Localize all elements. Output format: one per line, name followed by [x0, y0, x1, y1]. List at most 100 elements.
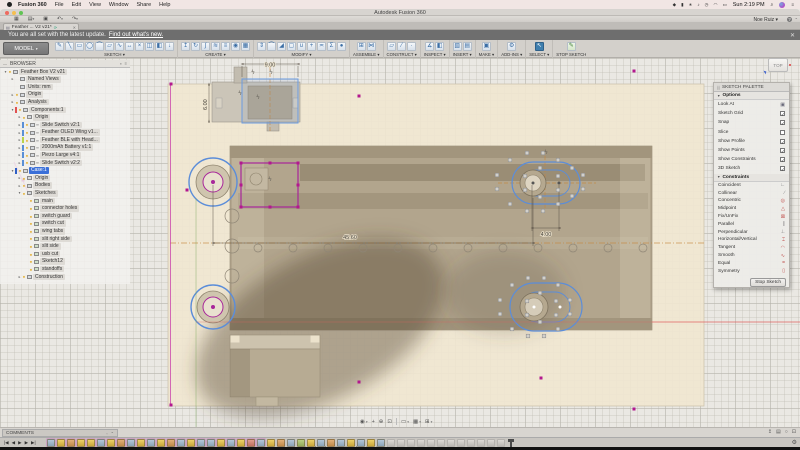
browser-item-label[interactable]: Slide Switch v2:2 [40, 160, 82, 167]
palette-constraint-smooth[interactable]: Smooth∿ [714, 252, 789, 260]
visibility-bulb-icon[interactable]: ● [29, 259, 33, 264]
browser-filter-icon[interactable]: ▪ [120, 61, 121, 66]
measure-icon[interactable]: ∡ [425, 42, 434, 51]
menu-item-file[interactable]: File [55, 2, 64, 8]
timeline-feature-ex[interactable] [127, 439, 135, 447]
palette-option-show-points[interactable]: Show Points✓ [714, 146, 789, 155]
visibility-bulb-icon[interactable]: ● [29, 198, 33, 203]
workspace-selector[interactable]: MODEL▾ [3, 42, 49, 55]
timeline-feature-ex[interactable] [377, 439, 385, 447]
browser-item-sketches[interactable]: ▾●Sketches [0, 190, 130, 198]
browser-item-label[interactable]: Case:1 [29, 167, 49, 174]
checkbox-unchecked[interactable] [780, 130, 785, 135]
fix-unfix-icon[interactable]: ⊠ [781, 214, 785, 220]
timeline-feature-suppressed[interactable] [417, 439, 425, 447]
chamfer-icon[interactable]: ◢ [277, 42, 286, 51]
checkbox-checked[interactable]: ✓ [780, 148, 785, 153]
notification-center-icon[interactable]: ≡ [791, 2, 794, 7]
press-pull-icon[interactable]: ⇕ [257, 42, 266, 51]
menu-item-help[interactable]: Help [159, 2, 170, 8]
project-icon[interactable]: ↓ [165, 42, 174, 51]
decal-icon[interactable]: ▤ [463, 42, 472, 51]
visibility-bulb-icon[interactable]: ● [22, 115, 26, 120]
browser-item-label[interactable]: switch cut [40, 220, 66, 227]
menu-item-window[interactable]: Window [109, 2, 129, 8]
notification-link[interactable]: Find out what's new. [109, 32, 163, 38]
timeline-feature-ex[interactable] [147, 439, 155, 447]
toolbar-group-label[interactable]: CREATE ▾ [205, 52, 225, 58]
timeline-feature-sk[interactable] [367, 439, 375, 447]
rectangle-icon[interactable]: ▭ [75, 42, 84, 51]
browser-item-switch-guard[interactable]: ●switch guard [0, 212, 130, 220]
browser-item-label[interactable]: Feather OLED Wing v1... [40, 129, 100, 136]
offset-icon[interactable]: ◫ [145, 42, 154, 51]
timeline-feature-ho[interactable] [167, 439, 175, 447]
visibility-bulb-icon[interactable]: ● [29, 221, 33, 226]
visibility-bulb-icon[interactable]: ● [25, 138, 29, 143]
collapse-browser-icon[interactable]: — [3, 61, 7, 66]
pan-icon[interactable]: + [372, 419, 375, 425]
trim-icon[interactable]: × [135, 42, 144, 51]
browser-item-label[interactable]: 2000mAh Battery v1:1 [40, 144, 93, 151]
timeline-feature-ex[interactable] [337, 439, 345, 447]
timeline-feature-sk[interactable] [107, 439, 115, 447]
browser-item-sketch12[interactable]: ●Sketch12 [0, 258, 130, 266]
timeline-feature-sk[interactable] [187, 439, 195, 447]
midpoint-icon[interactable]: △ [781, 206, 785, 212]
user-menu[interactable]: Noe Ruiz ▾ [754, 17, 778, 23]
browser-item-switch-cut[interactable]: ● switch cut [0, 220, 130, 228]
stop-sketch-label[interactable]: STOP SKETCH [556, 52, 586, 57]
menu-item-share[interactable]: Share [136, 2, 151, 8]
revolve-icon[interactable]: ↻ [191, 42, 200, 51]
toolbar-group-label[interactable]: INSPECT ▾ [424, 52, 446, 58]
palette-option-look-at[interactable]: Look At▣ [714, 100, 789, 109]
horizontal-vertical-icon[interactable]: ⌶ [782, 237, 785, 243]
toolbar-group-label[interactable]: SELECT ▾ [529, 52, 549, 58]
visibility-bulb-icon[interactable]: ● [22, 183, 26, 188]
expander-icon[interactable]: ▸ [10, 77, 15, 81]
browser-item-label[interactable]: Construction [33, 274, 65, 281]
palette-constraint-fix-unfix[interactable]: Fix/UnFix⊠ [714, 213, 789, 221]
file-menu-icon[interactable]: ▤▾ [28, 16, 35, 22]
combine-icon[interactable]: ∪ [297, 42, 306, 51]
browser-item-usb-cut[interactable]: ●usb cut [0, 250, 130, 258]
palette-constraint-collinear[interactable]: Collinear∕ [714, 189, 789, 197]
browser-item-label[interactable]: Origin [26, 91, 43, 98]
timeline-settings-gear-icon[interactable]: ⚙ [792, 439, 797, 446]
timeline-feature-ex[interactable] [177, 439, 185, 447]
browser-item-2000mah-battery-v1-1[interactable]: ▸●∞2000mAh Battery v1:1 [0, 144, 130, 152]
browser-item-label[interactable]: Sketches [33, 190, 58, 197]
parallel-icon[interactable]: ∥ [783, 221, 786, 227]
visibility-bulb-icon[interactable]: ● [25, 160, 29, 165]
time-machine-icon[interactable]: ◷ [705, 2, 709, 8]
visibility-bulb-icon[interactable]: ● [25, 122, 29, 127]
browser-item-label[interactable]: Feather BLE with Head... [40, 137, 100, 144]
fullscreen-icon[interactable]: ⊡ [792, 429, 796, 435]
browser-item-origin[interactable]: ▸●Origin [0, 174, 130, 182]
checkbox-checked[interactable]: ✓ [780, 120, 785, 125]
rib-icon[interactable]: ≡ [221, 42, 230, 51]
timeline-feature-suppressed[interactable] [397, 439, 405, 447]
hole-icon[interactable]: ◉ [231, 42, 240, 51]
visibility-bulb-icon[interactable]: ● [22, 274, 26, 279]
browser-item-main[interactable]: ●main [0, 197, 130, 205]
battery-icon[interactable]: ▮ [681, 2, 683, 8]
equal-icon[interactable]: = [782, 260, 785, 266]
visibility-bulb-icon[interactable]: ● [29, 236, 33, 241]
timeline-feature-sk[interactable] [267, 439, 275, 447]
browser-item-standoffs[interactable]: ●standoffs [0, 265, 130, 273]
viewports-icon[interactable]: ⊞▾ [425, 419, 432, 425]
timeline-feature-ho[interactable] [67, 439, 75, 447]
timeline-feature-sk[interactable] [77, 439, 85, 447]
polygon-icon[interactable]: ▱ [105, 42, 114, 51]
display-icon[interactable]: ▭ [722, 2, 726, 8]
look-at-icon[interactable]: ▣ [780, 102, 785, 108]
timeline-feature-suppressed[interactable] [477, 439, 485, 447]
symmetry-icon[interactable]: ▯ [782, 268, 785, 274]
visibility-bulb-icon[interactable]: ● [8, 69, 12, 74]
timeline-feature-ex[interactable] [257, 439, 265, 447]
browser-item-slit-right-side[interactable]: ●slit right side [0, 235, 130, 243]
help-icon[interactable]: ? [787, 17, 792, 22]
visibility-bulb-icon[interactable]: ● [29, 244, 33, 249]
timeline-feature-suppressed[interactable] [457, 439, 465, 447]
